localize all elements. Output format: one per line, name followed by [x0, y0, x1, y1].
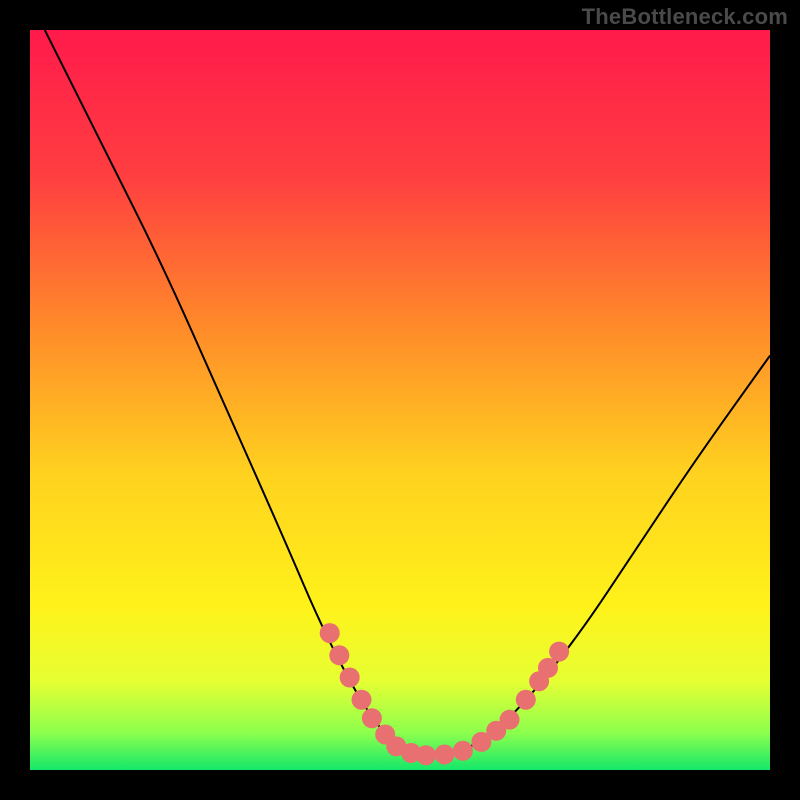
highlight-dot — [362, 708, 382, 728]
chart-frame — [30, 30, 770, 770]
highlight-dot — [549, 642, 569, 662]
highlight-dot — [320, 623, 340, 643]
chart-svg — [30, 30, 770, 770]
highlight-dot — [500, 710, 520, 730]
watermark-text: TheBottleneck.com — [582, 4, 788, 30]
chart-background — [30, 30, 770, 770]
highlight-dot — [538, 658, 558, 678]
highlight-dot — [434, 744, 454, 764]
highlight-dot — [453, 741, 473, 761]
highlight-dot — [516, 690, 536, 710]
highlight-dot — [340, 668, 360, 688]
highlight-dot — [329, 645, 349, 665]
highlight-dot — [352, 690, 372, 710]
highlight-dot — [416, 745, 436, 765]
chart-outer: TheBottleneck.com — [0, 0, 800, 800]
